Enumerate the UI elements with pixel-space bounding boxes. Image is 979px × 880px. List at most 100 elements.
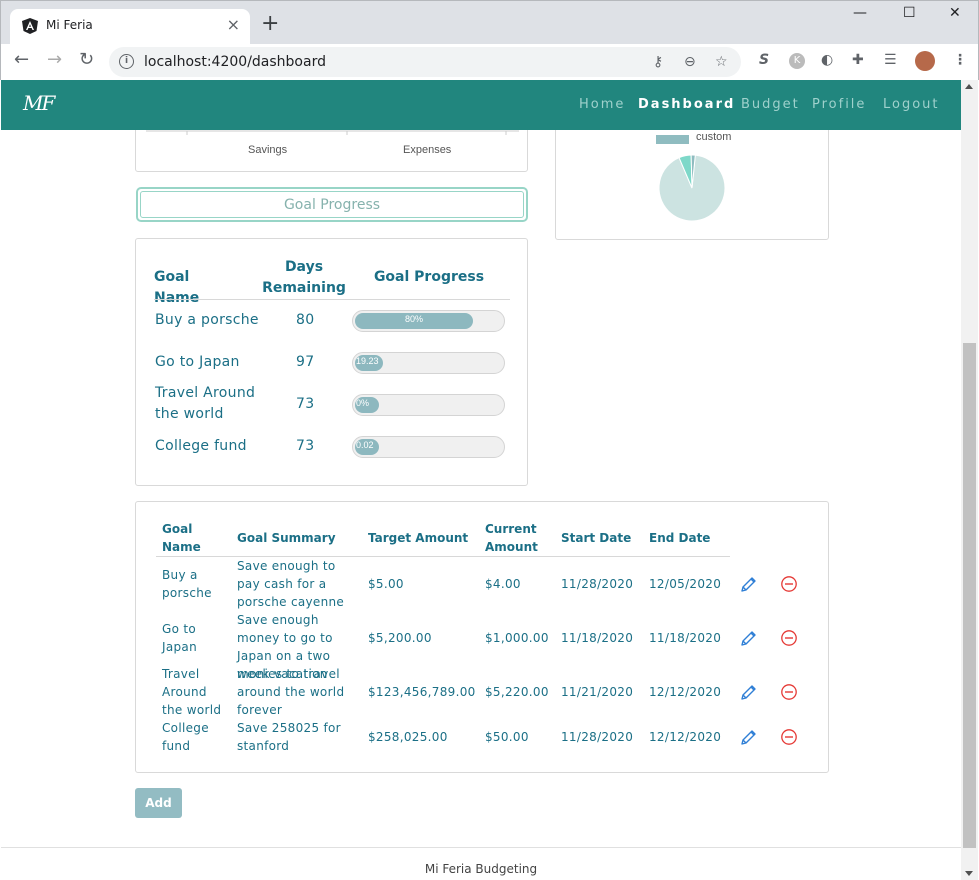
end-date-cell: 12/12/2020 <box>649 685 722 699</box>
col-header-goal-summary: Goal Summary <box>237 531 336 545</box>
progress-row-name: Go to Japan <box>155 354 240 370</box>
end-date-cell: 12/05/2020 <box>649 577 722 591</box>
pencil-icon[interactable] <box>740 728 758 746</box>
progress-bar: 0% <box>352 394 505 416</box>
url-text: localhost:4200/dashboard <box>144 54 326 70</box>
address-bar[interactable]: i localhost:4200/dashboard ⚷ ⊖ ☆ <box>109 47 741 77</box>
start-date-cell: 11/28/2020 <box>561 577 634 591</box>
tab-close-icon[interactable]: × <box>227 16 240 34</box>
pencil-icon[interactable] <box>740 683 758 701</box>
reload-icon[interactable]: ↻ <box>79 50 94 70</box>
end-date-cell: 12/12/2020 <box>649 730 722 744</box>
progress-row-days: 73 <box>296 396 315 412</box>
progress-fill: 80% <box>355 313 473 329</box>
goals-table-card: Goal Name Goal Summary Target Amount Cur… <box>135 501 829 773</box>
header-divider <box>154 299 510 300</box>
x-tick-label-savings: Savings <box>248 144 288 156</box>
scroll-up-arrow-icon[interactable] <box>965 84 973 89</box>
media-queue-icon[interactable]: ☰ <box>884 52 897 68</box>
maximize-icon[interactable]: ☐ <box>903 5 916 21</box>
scroll-down-arrow-icon[interactable] <box>965 871 973 876</box>
current-amount-cell: $4.00 <box>485 577 521 591</box>
browser-toolbar: ← → ↻ i localhost:4200/dashboard ⚷ ⊖ ☆ S… <box>0 44 979 80</box>
nav-logout[interactable]: Logout <box>883 97 940 112</box>
minus-circle-icon[interactable] <box>780 728 798 746</box>
brand-logo[interactable]: MF <box>23 91 55 115</box>
progress-row-name: Buy a porsche <box>155 312 259 328</box>
progress-row-days: 97 <box>296 354 315 370</box>
browser-tab[interactable]: Mi Feria × <box>10 9 250 45</box>
zoom-out-icon[interactable]: ⊖ <box>684 54 696 70</box>
nav-dashboard[interactable]: Dashboard <box>638 97 735 112</box>
new-tab-button[interactable]: + <box>261 13 279 35</box>
bar-chart-axis <box>146 130 519 135</box>
progress-label: 0.02 <box>356 440 374 450</box>
progress-row-name: College fund <box>155 438 247 454</box>
progress-bar: 19.23 <box>352 352 505 374</box>
progress-fill: 0% <box>355 397 379 413</box>
nav-budget[interactable]: Budget <box>741 97 800 112</box>
current-amount-cell: $5,220.00 <box>485 685 549 699</box>
pencil-icon[interactable] <box>740 629 758 647</box>
goal-name-cell: College fund <box>162 721 209 753</box>
legend-label-custom: custom <box>696 131 732 143</box>
header-days-remaining: Days Remaining <box>262 259 346 296</box>
site-info-icon[interactable]: i <box>119 54 134 69</box>
goal-summary-cell: Save enough to pay cash for a porsche ca… <box>237 559 345 609</box>
x-tick-label-expenses: Expenses <box>403 144 452 156</box>
forward-arrow-icon[interactable]: → <box>47 50 62 70</box>
progress-bar: 0.02 <box>352 436 505 458</box>
goal-progress-card: Goal Name Days Remaining Goal Progress B… <box>135 238 528 486</box>
target-amount-cell: $123,456,789.00 <box>368 685 476 699</box>
close-window-icon[interactable]: ✕ <box>949 5 961 21</box>
progress-label: 0% <box>356 398 370 408</box>
profile-avatar[interactable] <box>915 51 935 71</box>
extension-circle-icon[interactable]: ◐ <box>821 52 833 68</box>
back-arrow-icon[interactable]: ← <box>14 50 29 70</box>
minimize-icon[interactable]: — <box>853 5 867 21</box>
extension-s-icon[interactable]: S <box>759 52 769 68</box>
minus-circle-icon[interactable] <box>780 629 798 647</box>
goal-progress-label: Goal Progress <box>140 191 524 218</box>
goal-progress-button[interactable]: Goal Progress <box>136 187 528 222</box>
nav-profile[interactable]: Profile <box>812 97 866 112</box>
col-header-target-amount: Target Amount <box>368 531 469 545</box>
header-goal-progress: Goal Progress <box>373 269 485 285</box>
extension-k-icon[interactable]: K <box>789 53 805 69</box>
app-navbar: MF Home Dashboard Budget Profile Logout <box>1 80 961 130</box>
page-scrollbar[interactable] <box>961 80 978 880</box>
key-icon[interactable]: ⚷ <box>653 54 663 70</box>
start-date-cell: 11/21/2020 <box>561 685 634 699</box>
pie-chart <box>656 135 726 222</box>
col-header-end-date: End Date <box>649 531 711 545</box>
progress-label: 19.23 <box>356 356 379 366</box>
col-header-current-amount: Current Amount <box>485 522 538 554</box>
col-header-goal-name: Goal Name <box>162 522 201 554</box>
minus-circle-icon[interactable] <box>780 683 798 701</box>
goal-name-cell: Travel Around the world <box>162 667 222 717</box>
target-amount-cell: $258,025.00 <box>368 730 448 744</box>
legend-swatch-custom <box>656 135 689 144</box>
progress-fill: 0.02 <box>355 439 379 455</box>
add-goal-button[interactable]: Add <box>135 788 182 818</box>
goal-name-cell: Go to Japan <box>162 622 197 654</box>
nav-home[interactable]: Home <box>579 97 625 112</box>
footer: Mi Feria Budgeting <box>1 847 961 880</box>
progress-row-name: Travel Around the world <box>155 385 256 422</box>
progress-row-days: 80 <box>296 312 315 328</box>
pencil-icon[interactable] <box>740 575 758 593</box>
minus-circle-icon[interactable] <box>780 575 798 593</box>
footer-text: Mi Feria Budgeting <box>424 862 538 876</box>
menu-kebab-icon[interactable]: ⋮ <box>953 52 967 68</box>
current-amount-cell: $50.00 <box>485 730 529 744</box>
page-content: Savings Expenses custom Goal Progress Go… <box>1 130 961 880</box>
goal-name-cell: Buy a porsche <box>162 568 212 600</box>
tab-title: Mi Feria <box>46 18 93 32</box>
scroll-thumb[interactable] <box>963 343 976 848</box>
pie-chart-card: custom <box>555 130 829 240</box>
extensions-puzzle-icon[interactable]: ✚ <box>852 52 864 68</box>
progress-bar: 80% <box>352 310 505 332</box>
bookmark-star-icon[interactable]: ☆ <box>715 54 728 70</box>
header-goal-name: Goal Name <box>154 269 200 306</box>
angular-favicon-icon <box>22 18 38 34</box>
